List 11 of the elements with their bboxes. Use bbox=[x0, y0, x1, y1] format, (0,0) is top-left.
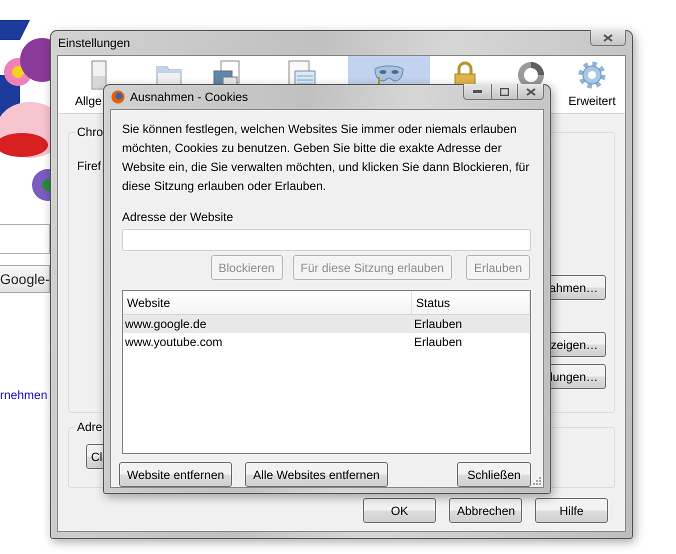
status-cell-text: Erlauben bbox=[413, 316, 464, 333]
status-cell-text: Erlauben bbox=[413, 334, 464, 351]
website-cell-text: www.youtube.com bbox=[124, 334, 224, 351]
description-text: Sie können festlegen, welchen Websites Sie immer oder niemals erlauben möchten, Cookies zu benutzen. Geben Sie bitte die exakte Adresse der Website ein, die Sie verwalten möchten, und klicken Sie dann Blockieren, für diese Sitzung erlauben oder Erlauben. bbox=[122, 121, 530, 195]
website-cell-text: www.google.de bbox=[124, 316, 208, 333]
option-label: Firef bbox=[77, 159, 101, 173]
dialog-title: Ausnahmen - Cookies bbox=[130, 90, 248, 104]
window-title: Einstellungen bbox=[58, 36, 130, 50]
group-label: Adre bbox=[75, 420, 104, 434]
field-label: Adresse der Website bbox=[122, 210, 234, 224]
group-label: Chro bbox=[75, 125, 106, 139]
